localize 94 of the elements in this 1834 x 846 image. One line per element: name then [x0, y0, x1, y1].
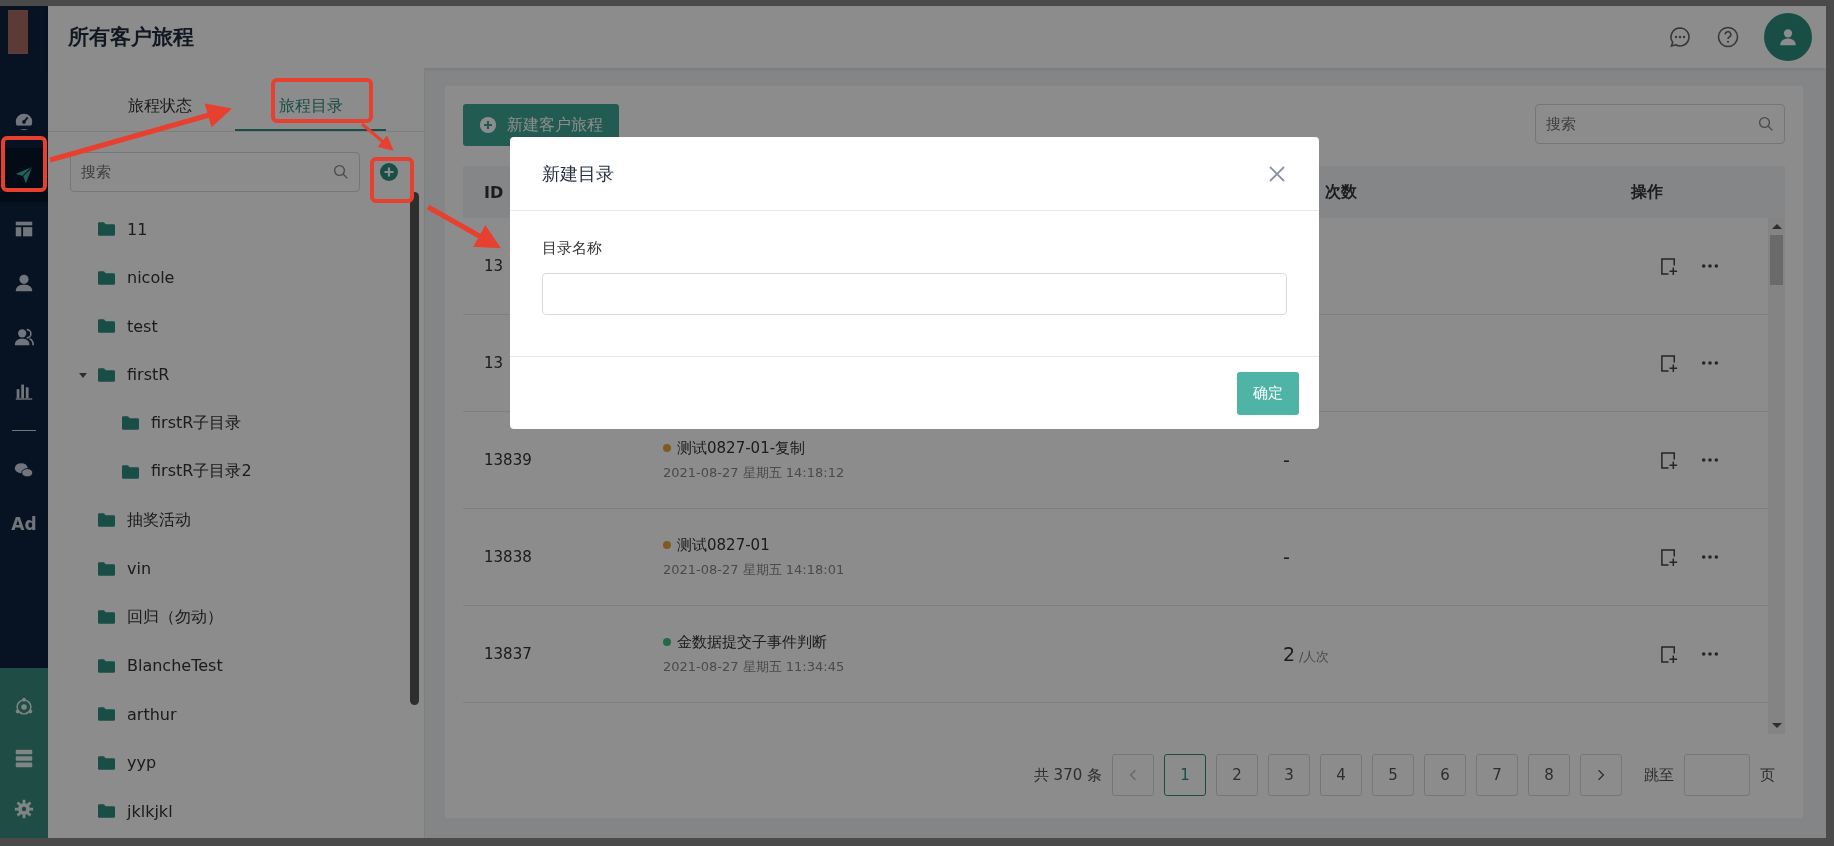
- add-note-icon[interactable]: [1660, 353, 1679, 373]
- tab[interactable]: 旅程目录: [235, 86, 386, 131]
- add-note-icon[interactable]: [1660, 450, 1679, 470]
- folder-icon: [98, 319, 115, 334]
- folder-icon: [98, 513, 115, 528]
- count-unit: /人次: [1299, 648, 1330, 664]
- nav-item[interactable]: Ad: [0, 497, 48, 551]
- annotation-box: [1, 136, 47, 192]
- more-icon[interactable]: [1701, 360, 1719, 366]
- more-icon[interactable]: [1701, 457, 1719, 463]
- chevron-left-icon: [1129, 769, 1137, 781]
- tree-item[interactable]: test: [48, 302, 410, 351]
- column-header: ID: [483, 182, 505, 202]
- plus-icon: [379, 162, 399, 182]
- tree-item[interactable]: BlancheTest: [48, 641, 410, 690]
- page-button[interactable]: 7: [1476, 754, 1518, 796]
- settings-icon[interactable]: [13, 797, 35, 820]
- annotation-arrow: [361, 122, 394, 151]
- journey-name[interactable]: 测试0827-01: [677, 535, 770, 555]
- tree-item[interactable]: 回归（勿动）: [48, 593, 410, 642]
- folder-icon: [98, 707, 115, 722]
- count-value: -: [1283, 546, 1290, 568]
- page-button[interactable]: 2: [1216, 754, 1258, 796]
- chat-icon[interactable]: [1668, 25, 1692, 49]
- more-icon[interactable]: [1701, 554, 1719, 560]
- add-note-icon[interactable]: [1660, 644, 1679, 664]
- add-note-icon[interactable]: [1660, 256, 1679, 276]
- server-icon[interactable]: [13, 747, 35, 769]
- page-unit: 页: [1760, 765, 1775, 785]
- table-cell: 13839: [484, 451, 532, 469]
- search-icon: [332, 163, 350, 181]
- tree-item[interactable]: firstR子目录: [48, 399, 410, 448]
- tree-item[interactable]: 抽奖活动: [48, 496, 410, 545]
- logo-placeholder: [8, 10, 28, 54]
- scrollbar[interactable]: [1768, 218, 1785, 734]
- journey-name[interactable]: 测试0827-01-复制: [677, 438, 806, 458]
- count-value: 2: [1283, 642, 1296, 665]
- tree-item[interactable]: firstR: [48, 350, 410, 399]
- tree-item[interactable]: 11: [48, 205, 410, 254]
- column-header: 操作: [1631, 181, 1664, 203]
- folder-icon: [98, 222, 115, 237]
- users-icon: [13, 326, 35, 348]
- chevron-right-icon: [1597, 769, 1605, 781]
- input-field[interactable]: [542, 273, 1287, 315]
- folder-icon: [122, 416, 139, 431]
- timestamp: 2021-08-27 星期五 14:18:12: [663, 463, 846, 482]
- close-icon[interactable]: [1267, 163, 1287, 184]
- scrollbar[interactable]: [410, 192, 419, 705]
- help-icon[interactable]: [1716, 25, 1740, 49]
- folder-icon: [98, 561, 115, 576]
- folder-icon: [98, 367, 115, 382]
- table-cell: 13837: [484, 645, 532, 663]
- tree-item[interactable]: yyp: [48, 738, 410, 787]
- journey-name[interactable]: 金数据提交子事件判断: [677, 632, 827, 652]
- timestamp: 2021-08-27 星期五 11:34:45: [663, 657, 846, 676]
- tab[interactable]: 旅程状态: [84, 86, 235, 131]
- tree-item[interactable]: firstR子目录2: [48, 447, 410, 496]
- tree-item[interactable]: nicole: [48, 253, 410, 302]
- field-label: 目录名称: [542, 239, 603, 258]
- folder-icon: [98, 658, 115, 673]
- page-button[interactable]: 4: [1320, 754, 1362, 796]
- page-button[interactable]: 5: [1372, 754, 1414, 796]
- tree-item[interactable]: jklkjkl: [48, 787, 410, 836]
- folder-icon: [98, 804, 115, 819]
- page-button[interactable]: 8: [1528, 754, 1570, 796]
- total-count: 共 370 条: [1033, 765, 1102, 785]
- tree-item[interactable]: vin: [48, 544, 410, 593]
- count-value: -: [1283, 449, 1290, 471]
- search-field[interactable]: 搜索: [1535, 104, 1785, 144]
- user-icon: [13, 272, 35, 294]
- folder-icon: [98, 270, 115, 285]
- add-note-icon[interactable]: [1660, 547, 1679, 567]
- jump-label: 跳至: [1644, 765, 1674, 785]
- folder-icon: [122, 464, 139, 479]
- page-button[interactable]: 1: [1164, 754, 1206, 796]
- table-cell: 13: [484, 257, 504, 275]
- folder-icon: [98, 755, 115, 770]
- folder-icon: [98, 610, 115, 625]
- annotation-box: [370, 157, 414, 203]
- more-icon[interactable]: [1701, 651, 1719, 657]
- dialog-title: 新建目录: [542, 161, 614, 186]
- search-icon: [1757, 115, 1775, 133]
- page-title: 所有客户旅程: [68, 24, 194, 51]
- tree-item[interactable]: arthur: [48, 690, 410, 739]
- more-icon[interactable]: [1701, 263, 1719, 269]
- search-field[interactable]: 搜索: [70, 152, 360, 192]
- table-cell: 13: [484, 354, 504, 372]
- page-button[interactable]: 3: [1268, 754, 1310, 796]
- timestamp: 2021-08-27 星期五 14:18:01: [663, 560, 846, 579]
- plus-icon: [479, 116, 497, 134]
- column-header: 次数: [1324, 181, 1358, 203]
- table-cell: 13838: [484, 548, 532, 566]
- page-button[interactable]: 6: [1424, 754, 1466, 796]
- avatar[interactable]: [1764, 13, 1812, 61]
